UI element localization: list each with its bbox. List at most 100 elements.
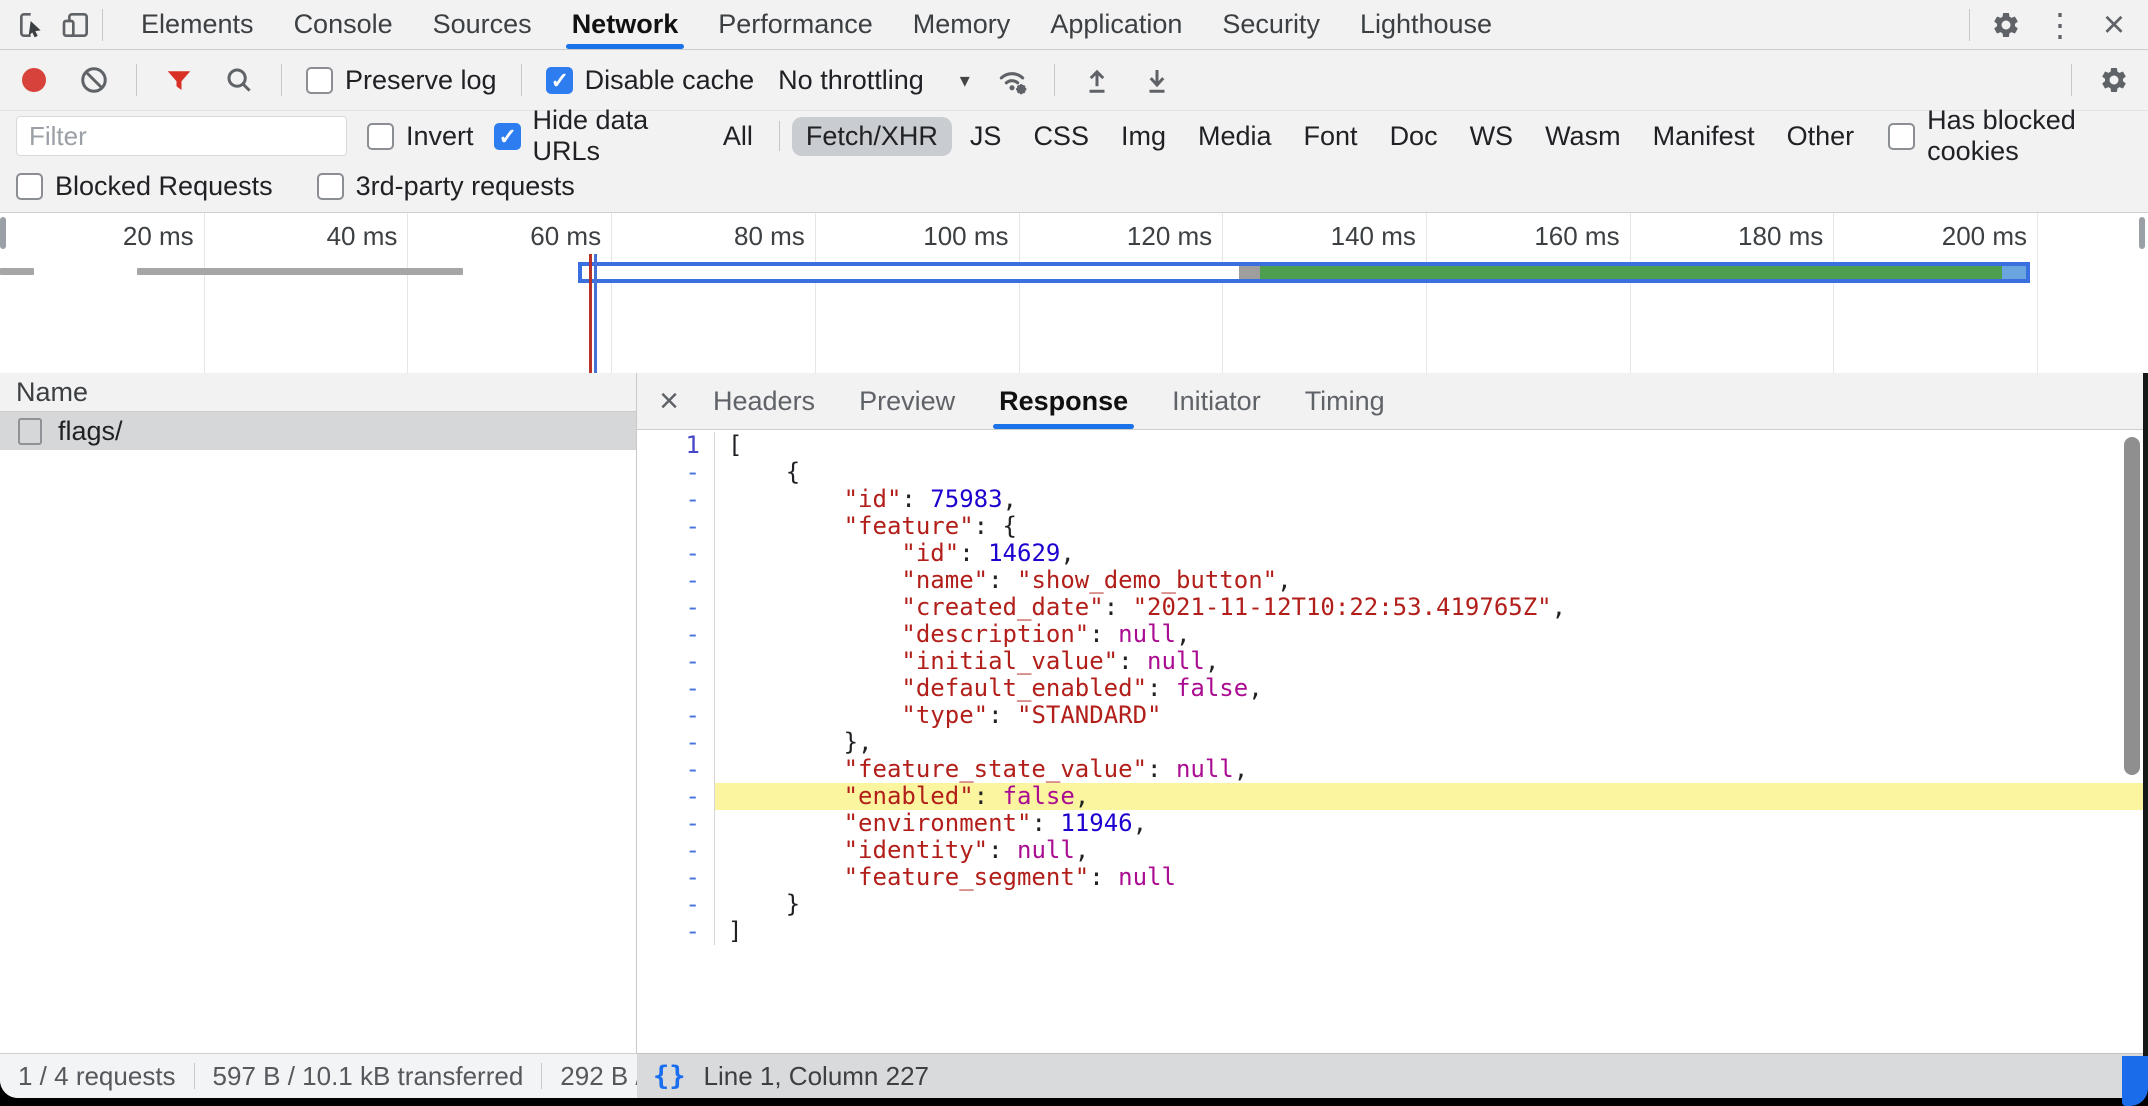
tab-performance[interactable]: Performance — [698, 0, 893, 49]
detail-tab-initiator[interactable]: Initiator — [1150, 373, 1283, 429]
timeline-tick-label: 200 ms — [1877, 221, 2027, 252]
code-line: -] — [637, 918, 2148, 945]
third-party-requests-checkbox[interactable]: 3rd-party requests — [317, 171, 575, 202]
request-bar-segment — [1239, 266, 1260, 279]
filter-type-js[interactable]: JS — [956, 117, 1016, 156]
tab-sources[interactable]: Sources — [413, 0, 552, 49]
tab-application[interactable]: Application — [1030, 0, 1202, 49]
pretty-print-button[interactable]: {} — [653, 1061, 686, 1092]
line-number-gutter: - — [637, 594, 715, 621]
throttling-select[interactable]: No throttling ▾ — [778, 65, 970, 96]
filter-type-font[interactable]: Font — [1290, 117, 1372, 156]
source-status-bar: {} Line 1, Column 227 — [637, 1053, 2148, 1098]
detail-tab-response[interactable]: Response — [977, 373, 1150, 429]
line-number-gutter: - — [637, 756, 715, 783]
divider — [521, 64, 522, 96]
export-har-icon[interactable] — [1139, 62, 1175, 98]
requests-name-column-header[interactable]: Name — [0, 373, 636, 412]
filter-type-all[interactable]: All — [709, 117, 767, 156]
filter-type-css[interactable]: CSS — [1019, 117, 1103, 156]
code-text: { — [715, 459, 2148, 486]
checkbox-box — [546, 67, 573, 94]
invert-checkbox[interactable]: Invert — [367, 121, 474, 152]
timeline-gridline — [611, 213, 612, 374]
request-bar-segment — [1260, 266, 2002, 279]
request-name: flags/ — [58, 416, 123, 447]
timeline-tick-label: 100 ms — [859, 221, 1009, 252]
code-text: "environment": 11946, — [715, 810, 2148, 837]
detail-tab-preview[interactable]: Preview — [837, 373, 977, 429]
tab-console[interactable]: Console — [274, 0, 413, 49]
blocked-requests-label: Blocked Requests — [55, 171, 273, 202]
filter-type-img[interactable]: Img — [1107, 117, 1180, 156]
tab-lighthouse[interactable]: Lighthouse — [1340, 0, 1512, 49]
divider — [1969, 9, 1970, 41]
close-devtools-icon[interactable]: × — [2096, 5, 2132, 45]
filter-type-other[interactable]: Other — [1773, 117, 1869, 156]
filter-type-fetch-xhr[interactable]: Fetch/XHR — [792, 117, 952, 156]
line-number-gutter: - — [637, 648, 715, 675]
overview-range-handle-left[interactable] — [0, 217, 6, 249]
settings-gear-icon[interactable] — [1988, 7, 2024, 43]
code-text: "identity": null, — [715, 837, 2148, 864]
filter-type-doc[interactable]: Doc — [1376, 117, 1452, 156]
code-line: - "feature_segment": null — [637, 864, 2148, 891]
filter-type-ws[interactable]: WS — [1456, 117, 1528, 156]
timeline-gridline — [1426, 213, 1427, 374]
window-edge-shadow — [2143, 373, 2148, 1058]
disable-cache-checkbox[interactable]: Disable cache — [546, 65, 755, 96]
line-number-gutter: - — [637, 486, 715, 513]
status-bar: 1 / 4 requests 597 B / 10.1 kB transferr… — [0, 1053, 2148, 1098]
network-overview-timeline[interactable]: 20 ms40 ms60 ms80 ms100 ms120 ms140 ms16… — [0, 212, 2148, 374]
code-text: "type": "STANDARD" — [715, 702, 2148, 729]
import-har-icon[interactable] — [1079, 62, 1115, 98]
code-line: - "name": "show_demo_button", — [637, 567, 2148, 594]
request-row-flags[interactable]: flags/ — [0, 412, 636, 450]
clear-network-log-icon[interactable] — [76, 62, 112, 98]
search-icon[interactable] — [221, 62, 257, 98]
filter-type-manifest[interactable]: Manifest — [1639, 117, 1769, 156]
filter-type-wasm[interactable]: Wasm — [1531, 117, 1635, 156]
network-options-bar: Blocked Requests 3rd-party requests — [0, 161, 2148, 212]
timeline-tick-label: 160 ms — [1470, 221, 1620, 252]
network-toolbar: Preserve log Disable cache No throttling… — [0, 50, 2148, 110]
tab-security[interactable]: Security — [1202, 0, 1340, 49]
tab-network[interactable]: Network — [552, 0, 699, 49]
preserve-log-checkbox[interactable]: Preserve log — [306, 65, 497, 96]
has-blocked-cookies-checkbox[interactable]: Has blocked cookies — [1888, 105, 2132, 167]
checkbox-box — [494, 123, 521, 150]
tab-elements[interactable]: Elements — [121, 0, 274, 49]
vertical-scrollbar-thumb[interactable] — [2124, 437, 2140, 775]
code-text: [ — [715, 432, 2148, 459]
request-detail-panel: × HeadersPreviewResponseInitiatorTiming … — [637, 373, 2148, 1053]
blocked-requests-checkbox[interactable]: Blocked Requests — [16, 171, 273, 202]
close-detail-icon[interactable]: × — [647, 373, 691, 429]
code-text: "created_date": "2021-11-12T10:22:53.419… — [715, 594, 2148, 621]
detail-tab-headers[interactable]: Headers — [691, 373, 837, 429]
code-text: "default_enabled": false, — [715, 675, 2148, 702]
network-settings-gear-icon[interactable] — [2096, 62, 2132, 98]
has-blocked-cookies-label: Has blocked cookies — [1927, 105, 2132, 167]
overview-range-handle-right[interactable] — [2139, 217, 2145, 249]
device-toolbar-icon[interactable] — [58, 7, 94, 43]
tab-memory[interactable]: Memory — [893, 0, 1031, 49]
devtools-main-tabbar: ElementsConsoleSourcesNetworkPerformance… — [0, 0, 2148, 50]
filter-input[interactable] — [16, 116, 347, 156]
inspect-element-icon[interactable] — [14, 7, 50, 43]
preserve-log-label: Preserve log — [345, 65, 497, 96]
code-line: - "id": 14629, — [637, 540, 2148, 567]
more-options-icon[interactable]: ⋮ — [2042, 5, 2078, 45]
filter-type-media[interactable]: Media — [1184, 117, 1286, 156]
hide-data-urls-checkbox[interactable]: Hide data URLs — [494, 105, 689, 167]
timeline-tick-label: 180 ms — [1673, 221, 1823, 252]
detail-tab-timing[interactable]: Timing — [1283, 373, 1407, 429]
code-text: } — [715, 891, 2148, 918]
filter-funnel-icon[interactable] — [161, 62, 197, 98]
network-conditions-icon[interactable] — [994, 62, 1030, 98]
timeline-gridline — [204, 213, 205, 374]
record-network-log-icon[interactable] — [16, 62, 52, 98]
response-body-viewer[interactable]: 1[- {- "id": 75983,- "feature": {- "id":… — [637, 430, 2148, 1053]
requests-count: 1 / 4 requests — [0, 1061, 194, 1092]
overview-request-bar-main — [578, 262, 2030, 283]
code-line: - }, — [637, 729, 2148, 756]
